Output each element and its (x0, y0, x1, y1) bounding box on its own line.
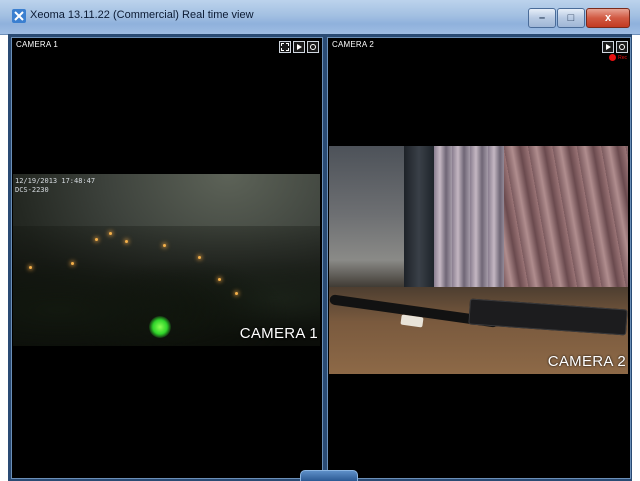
osd-model: DCS-2230 (15, 186, 49, 194)
city-light (198, 256, 201, 259)
camera-2-label: CAMERA 2 (332, 40, 375, 49)
camera-1-overlay-label: CAMERA 1 (239, 325, 318, 342)
bottom-panel-handle[interactable] (300, 470, 358, 481)
city-light (218, 278, 221, 281)
recording-indicator: Rec (609, 54, 627, 61)
city-light (109, 232, 112, 235)
app-window: Xeoma 13.11.22 (Commercial) Real time vi… (0, 0, 640, 481)
play-icon[interactable] (293, 41, 305, 53)
camera-2-overlay-label: CAMERA 2 (547, 353, 626, 370)
camera-grid: CAMERA 1 12/19/2013 17:48:47 DCS-2230 CA… (8, 34, 632, 481)
camera-panel-2[interactable]: CAMERA 2 Rec CAMERA 2 (327, 37, 631, 479)
play-icon[interactable] (602, 41, 614, 53)
camera-1-video[interactable]: 12/19/2013 17:48:47 DCS-2230 CAMERA 1 (13, 174, 320, 346)
xeoma-logo-icon (12, 9, 26, 23)
title-bar[interactable]: Xeoma 13.11.22 (Commercial) Real time vi… (0, 0, 640, 35)
camera-1-label: CAMERA 1 (16, 40, 59, 49)
camera-2-controls (600, 41, 628, 53)
osd-timestamp: 12/19/2013 17:48:47 (15, 177, 96, 185)
city-light (29, 266, 32, 269)
city-light (163, 244, 166, 247)
minimize-button[interactable]: – (528, 8, 556, 28)
snapshot-icon[interactable] (616, 41, 628, 53)
video-scene-dark-cloth (404, 146, 434, 288)
record-dot-icon (609, 54, 617, 61)
window-title: Xeoma 13.11.22 (Commercial) Real time vi… (30, 9, 254, 21)
close-button[interactable]: x (586, 8, 630, 28)
camera-1-controls (277, 41, 319, 53)
rec-label: Rec (618, 54, 627, 61)
city-light (125, 240, 128, 243)
city-light (95, 238, 98, 241)
city-light (235, 292, 238, 295)
window-controls: – □ x (527, 8, 630, 28)
video-scene-knit-fabric (434, 146, 504, 288)
maximize-button[interactable]: □ (557, 8, 585, 28)
camera-1-osd: 12/19/2013 17:48:47 DCS-2230 (15, 177, 95, 195)
snapshot-icon[interactable] (307, 41, 319, 53)
camera-2-video[interactable]: CAMERA 2 (329, 146, 628, 374)
fullscreen-icon[interactable] (279, 41, 291, 53)
city-light (71, 262, 74, 265)
green-light-blob (149, 316, 171, 338)
video-scene-patterned-fabric (504, 146, 628, 288)
camera-panel-1[interactable]: CAMERA 1 12/19/2013 17:48:47 DCS-2230 CA… (11, 37, 323, 479)
